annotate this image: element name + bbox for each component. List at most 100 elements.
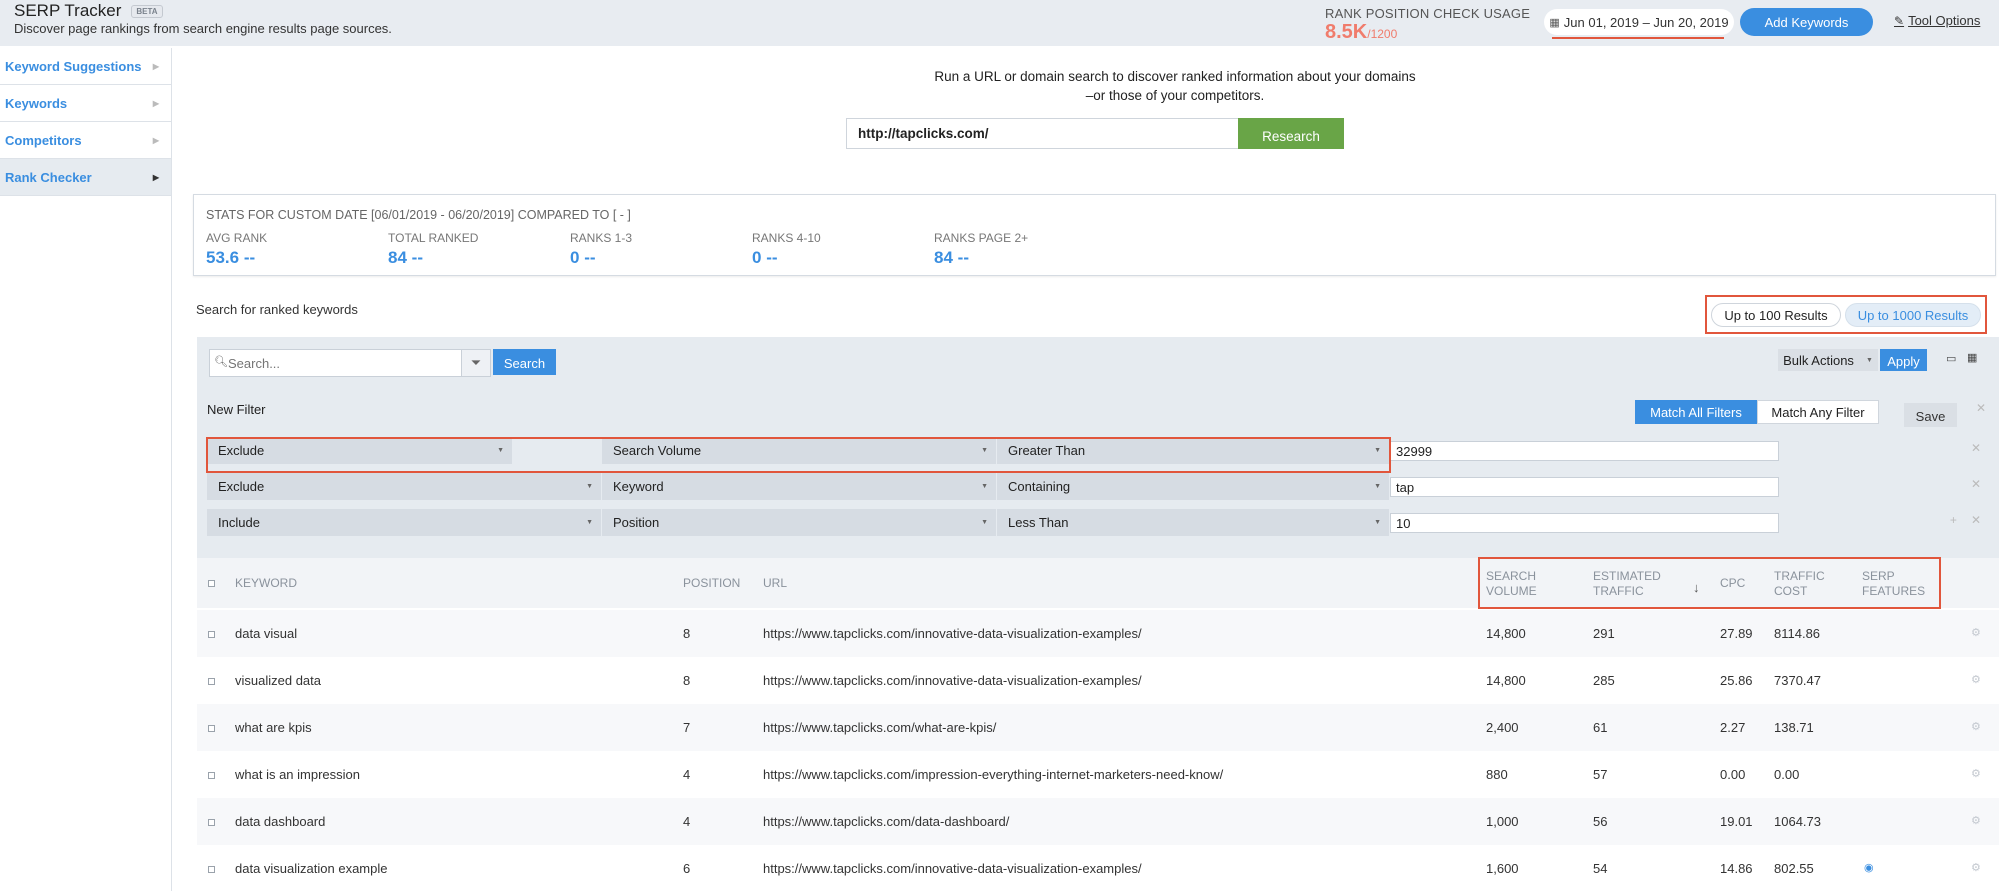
table-row[interactable]: what are kpis 7 https://www.tapclicks.com/… [197,704,1999,751]
keyword-search-input[interactable] [228,350,450,376]
cell-url[interactable]: https://www.tapclicks.com/innovative-dat… [763,673,1142,688]
stat-change: -- [957,248,969,267]
close-icon[interactable]: ✕ [1971,441,1981,455]
search-icon: 🔍︎ [214,356,228,368]
filter-value-input[interactable]: 32999 [1390,441,1779,461]
filter-row: Include ▼ Position ▼ Less Than ▼ 10 + ✕ [207,509,1981,536]
gear-icon[interactable]: ⚙ [1971,814,1981,827]
stat-label: TOTAL RANKED [388,231,479,245]
filter-operator-select[interactable]: Containing ▼ [997,473,1389,500]
results-100-button[interactable]: Up to 100 Results [1711,303,1841,327]
usage-label: RANK POSITION CHECK USAGE [1325,6,1531,21]
tool-options-link[interactable]: ✎ Tool Options [1894,13,1980,28]
cell-traffic-cost: 802.55 [1774,861,1814,876]
apply-button[interactable]: Apply [1880,349,1927,371]
gear-icon[interactable]: ⚙ [1971,673,1981,686]
stat-number: 84 [934,248,953,267]
close-icon[interactable]: ✕ [1971,477,1981,491]
add-keywords-button[interactable]: Add Keywords [1740,8,1873,36]
gear-icon[interactable]: ⚙ [1971,626,1981,639]
app-title-text: SERP Tracker [14,1,122,20]
app-subtitle: Discover page rankings from search engin… [14,21,392,36]
stat-value: 0 -- [752,248,821,268]
research-button[interactable]: Research [1238,118,1344,149]
row-checkbox[interactable] [208,819,215,826]
plus-icon[interactable]: + [1950,513,1957,527]
row-checkbox[interactable] [208,678,215,685]
search-ranked-label: Search for ranked keywords [196,302,358,317]
gear-icon[interactable]: ⚙ [1971,720,1981,733]
camera-icon[interactable]: ◉ [1864,861,1874,874]
filter-value-input[interactable]: 10 [1390,513,1779,533]
url-input[interactable] [846,118,1239,149]
filter-mode-select[interactable]: Include ▼ [207,509,601,536]
table-row[interactable]: visualized data 8 https://www.tapclicks.co… [197,657,1999,704]
table-row[interactable]: data visual 8 https://www.tapclicks.com/in… [197,610,1999,657]
row-checkbox[interactable] [208,631,215,638]
filter-icon[interactable]: ⏷ [461,349,491,377]
stat-value: 84 -- [388,248,478,268]
sidebar: Keyword Suggestions ▶ Keywords ▶ Competito… [0,48,172,891]
cell-url[interactable]: https://www.tapclicks.com/data-dashboard… [763,814,1009,829]
table-row[interactable]: what is an impression 4 https://www.tapcli… [197,751,1999,798]
close-icon[interactable]: ✕ [1971,513,1981,527]
close-icon[interactable]: ✕ [1976,401,1986,415]
header-position[interactable]: POSITION [683,576,740,591]
cell-cpc: 19.01 [1720,814,1753,829]
cell-traffic-cost: 1064.73 [1774,814,1821,829]
cell-url[interactable]: https://www.tapclicks.com/what-are-kpis/ [763,720,996,735]
header-keyword[interactable]: KEYWORD [235,576,297,591]
date-range-button[interactable]: ▦ Jun 01, 2019 – Jun 20, 2019 [1544,9,1734,35]
cell-url[interactable]: https://www.tapclicks.com/innovative-dat… [763,861,1142,876]
sidebar-item-label: Keywords [5,95,68,111]
tool-options-label: Tool Options [1908,13,1981,28]
cell-search-volume: 880 [1486,767,1508,782]
cell-position: 4 [683,767,691,782]
cell-search-volume: 1,000 [1486,814,1519,829]
match-any-filter-button[interactable]: Match Any Filter [1757,400,1879,424]
filter-operator-select[interactable]: Less Than ▼ [997,509,1389,536]
filter-field-select[interactable]: Keyword ▼ [602,473,996,500]
cell-estimated-traffic: 61 [1593,720,1608,735]
filter-operator-value: Containing [1008,479,1071,494]
cell-traffic-cost: 0.00 [1774,767,1800,782]
cell-search-volume: 14,800 [1486,626,1526,641]
bulk-actions-dropdown[interactable]: Bulk Actions ▼ [1778,349,1878,371]
caret-down-icon: ▼ [981,519,988,526]
filter-value-input[interactable]: tap [1390,477,1779,497]
sidebar-item-keyword-suggestions[interactable]: Keyword Suggestions ▶ [0,48,171,85]
stat-change: -- [584,248,596,267]
sidebar-item-keywords[interactable]: Keywords ▶ [0,85,171,122]
new-filter-label: New Filter [207,402,266,417]
table-row[interactable]: data visualization example 6 https://www.t… [197,845,1999,891]
match-all-filters-button[interactable]: Match All Filters [1635,400,1757,424]
save-filter-button[interactable]: Save [1904,403,1957,427]
cell-url[interactable]: https://www.tapclicks.com/innovative-dat… [763,626,1142,641]
filter-mode-select[interactable]: Exclude ▼ [207,473,601,500]
filter-mode-value: Include [218,515,260,530]
select-all-checkbox[interactable] [208,580,215,587]
wrench-icon: ✎ [1894,13,1905,28]
filter-field-select[interactable]: Position ▼ [602,509,996,536]
table-row[interactable]: data dashboard 4 https://www.tapclicks.com… [197,798,1999,845]
sidebar-item-competitors[interactable]: Competitors ▶ [0,122,171,159]
gear-icon[interactable]: ⚙ [1971,767,1981,780]
cell-traffic-cost: 8114.86 [1774,626,1821,641]
sidebar-item-label: Keyword Suggestions [5,58,142,74]
columns-icon[interactable]: ▦ [1967,351,1977,364]
row-checkbox[interactable] [208,866,215,873]
cell-keyword: what are kpis [235,720,312,735]
top-bar: SERP Tracker BETA Discover page rankings… [0,0,1999,46]
research-instructions: Run a URL or domain search to discover r… [825,67,1525,105]
sidebar-item-rank-checker[interactable]: Rank Checker ▶ [0,159,171,196]
header-url[interactable]: URL [763,576,787,591]
gear-icon[interactable]: ⚙ [1971,861,1981,874]
caret-down-icon: ▼ [1374,519,1381,526]
search-button[interactable]: Search [493,349,556,375]
monitor-icon[interactable]: ▭ [1946,352,1956,365]
results-1000-button[interactable]: Up to 1000 Results [1845,303,1981,327]
row-checkbox[interactable] [208,772,215,779]
cell-url[interactable]: https://www.tapclicks.com/impression-eve… [763,767,1223,782]
row-checkbox[interactable] [208,725,215,732]
cell-keyword: what is an impression [235,767,360,782]
